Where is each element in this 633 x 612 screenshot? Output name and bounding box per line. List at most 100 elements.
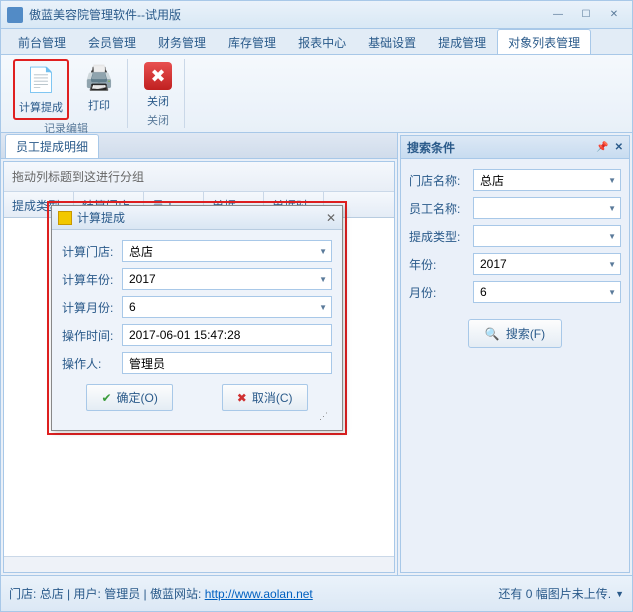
main-tab-1[interactable]: 会员管理	[77, 29, 147, 54]
chevron-down-icon[interactable]: ▼	[608, 260, 616, 269]
search-input-field[interactable]	[478, 228, 608, 244]
panel-header: 搜索条件 📌 ✕	[400, 135, 630, 159]
search-label: 提成类型:	[409, 228, 473, 245]
check-icon: ✔	[101, 391, 111, 405]
sub-tabs: 员工提成明细	[1, 133, 397, 159]
dialog-input-1[interactable]: ▼	[122, 268, 332, 290]
ribbon-group-label: 关闭	[140, 112, 176, 130]
search-label: 年份:	[409, 256, 473, 273]
status-upload: 还有 0 幅图片未上传.	[498, 585, 611, 602]
chevron-down-icon[interactable]: ▼	[608, 176, 616, 185]
search-row-0: 门店名称:▼	[409, 169, 621, 191]
ribbon-group-0: 📄计算提成🖨️打印记录编辑	[5, 59, 128, 128]
dialog-label: 计算年份:	[62, 271, 122, 288]
dialog-row-2: 计算月份: ▼	[62, 296, 332, 318]
dialog-label: 计算月份:	[62, 299, 122, 316]
dialog-input-0[interactable]: ▼	[122, 240, 332, 262]
close-window-button[interactable]: ✕	[602, 7, 626, 23]
dialog-row-1: 计算年份: ▼	[62, 268, 332, 290]
resize-grip[interactable]: ⋰	[62, 411, 332, 422]
ribbon-item-label: 计算提成	[19, 99, 63, 115]
chevron-down-icon[interactable]: ▼	[319, 247, 327, 256]
打印-icon: 🖨️	[83, 62, 115, 94]
dialog-input-field[interactable]	[127, 327, 327, 343]
chevron-down-icon[interactable]: ▼	[319, 303, 327, 312]
grid-group-hint: 拖动列标题到这进行分组	[4, 162, 394, 192]
content-area: 员工提成明细 拖动列标题到这进行分组 提成类型结算门店员工单据单据时 计算提成 …	[1, 133, 632, 575]
dialog-label: 操作时间:	[62, 327, 122, 344]
chevron-down-icon[interactable]: ▼	[608, 204, 616, 213]
ribbon-item-计算提成[interactable]: 📄 计算提成	[13, 59, 69, 120]
search-row-2: 提成类型: ▼	[409, 225, 621, 247]
dialog-title-text: 计算提成	[77, 209, 125, 226]
cancel-button[interactable]: ✖ 取消(C)	[222, 384, 308, 411]
search-input-field[interactable]	[478, 284, 608, 300]
ribbon: 📄计算提成🖨️打印记录编辑✖关闭关闭	[1, 55, 632, 133]
panel-title: 搜索条件	[407, 139, 455, 156]
status-user: 管理员	[104, 585, 140, 602]
pin-icon[interactable]: 📌	[596, 142, 608, 153]
horizontal-scrollbar[interactable]	[4, 556, 394, 572]
search-input-field[interactable]	[478, 256, 608, 272]
search-input-1[interactable]: ▼	[473, 197, 621, 219]
search-input-2[interactable]: ▼	[473, 225, 621, 247]
status-user-label: 用户:	[74, 585, 101, 602]
dialog-highlight-frame: 计算提成 ✕ 计算门店:▼ 计算年份: ▼ 计算月份: ▼ 操作时间: 操作人: ✔ 确定(…	[47, 201, 347, 435]
dialog-row-3: 操作时间:	[62, 324, 332, 346]
search-label: 员工名称:	[409, 200, 473, 217]
main-tab-0[interactable]: 前台管理	[7, 29, 77, 54]
main-tab-2[interactable]: 财务管理	[147, 29, 217, 54]
关闭-icon: ✖	[144, 62, 172, 90]
chevron-down-icon[interactable]: ▼	[608, 232, 616, 241]
ribbon-item-打印[interactable]: 🖨️打印	[79, 59, 119, 120]
search-panel: 搜索条件 📌 ✕ 门店名称:▼ 员工名称: ▼ 提成类型: ▼ 年份: ▼ 月份: ▼ 🔍 搜索…	[398, 133, 632, 575]
status-store-label: 门店:	[9, 585, 36, 602]
dialog-row-0: 计算门店:▼	[62, 240, 332, 262]
chevron-down-icon[interactable]: ▼	[615, 589, 624, 599]
ok-button[interactable]: ✔ 确定(O)	[86, 384, 172, 411]
magnifier-icon: 🔍	[485, 327, 500, 341]
search-input-field[interactable]	[478, 200, 608, 216]
dialog-label: 操作人:	[62, 355, 122, 372]
dialog-close-button[interactable]: ✕	[326, 211, 336, 225]
status-store: 总店	[40, 585, 64, 602]
chevron-down-icon[interactable]: ▼	[608, 288, 616, 297]
search-row-1: 员工名称: ▼	[409, 197, 621, 219]
dialog-input-3[interactable]	[122, 324, 332, 346]
search-label: 月份:	[409, 284, 473, 301]
search-input-4[interactable]: ▼	[473, 281, 621, 303]
sub-tab-detail[interactable]: 员工提成明细	[5, 134, 99, 158]
minimize-button[interactable]: —	[546, 7, 570, 23]
search-button-label: 搜索(F)	[506, 325, 545, 342]
dialog-input-4[interactable]	[122, 352, 332, 374]
search-input-3[interactable]: ▼	[473, 253, 621, 275]
status-site-link[interactable]: http://www.aolan.net	[205, 587, 313, 601]
dialog-input-2[interactable]: ▼	[122, 296, 332, 318]
ribbon-item-关闭[interactable]: ✖ 关闭	[140, 59, 176, 112]
ribbon-item-label: 关闭	[147, 93, 169, 109]
status-bar: 门店: 总店 | 用户: 管理员 | 傲蓝网站: http://www.aola…	[1, 575, 632, 611]
cancel-button-label: 取消(C)	[252, 389, 293, 406]
main-tab-3[interactable]: 库存管理	[217, 29, 287, 54]
calc-commission-dialog: 计算提成 ✕ 计算门店:▼ 计算年份: ▼ 计算月份: ▼ 操作时间: 操作人: ✔ 确定(…	[51, 205, 343, 431]
panel-body: 门店名称:▼ 员工名称: ▼ 提成类型: ▼ 年份: ▼ 月份: ▼ 🔍 搜索(F)	[400, 159, 630, 573]
main-tab-4[interactable]: 报表中心	[287, 29, 357, 54]
chevron-down-icon[interactable]: ▼	[319, 275, 327, 284]
dialog-input-field[interactable]	[127, 355, 327, 371]
cross-icon: ✖	[237, 391, 247, 405]
ok-button-label: 确定(O)	[117, 389, 158, 406]
dialog-input-field[interactable]	[127, 299, 319, 315]
search-input-0[interactable]: ▼	[473, 169, 621, 191]
title-bar: 傲蓝美容院管理软件--试用版 — ☐ ✕	[1, 1, 632, 29]
dialog-input-field[interactable]	[127, 271, 319, 287]
计算提成-icon: 📄	[25, 64, 57, 96]
main-tab-7[interactable]: 对象列表管理	[497, 29, 591, 54]
panel-close-button[interactable]: ✕	[615, 142, 623, 153]
maximize-button[interactable]: ☐	[574, 7, 598, 23]
main-tab-6[interactable]: 提成管理	[427, 29, 497, 54]
dialog-input-field[interactable]	[127, 243, 319, 259]
search-button[interactable]: 🔍 搜索(F)	[468, 319, 562, 348]
main-tab-5[interactable]: 基础设置	[357, 29, 427, 54]
dialog-title-bar: 计算提成 ✕	[52, 206, 342, 230]
search-input-field[interactable]	[478, 172, 608, 188]
